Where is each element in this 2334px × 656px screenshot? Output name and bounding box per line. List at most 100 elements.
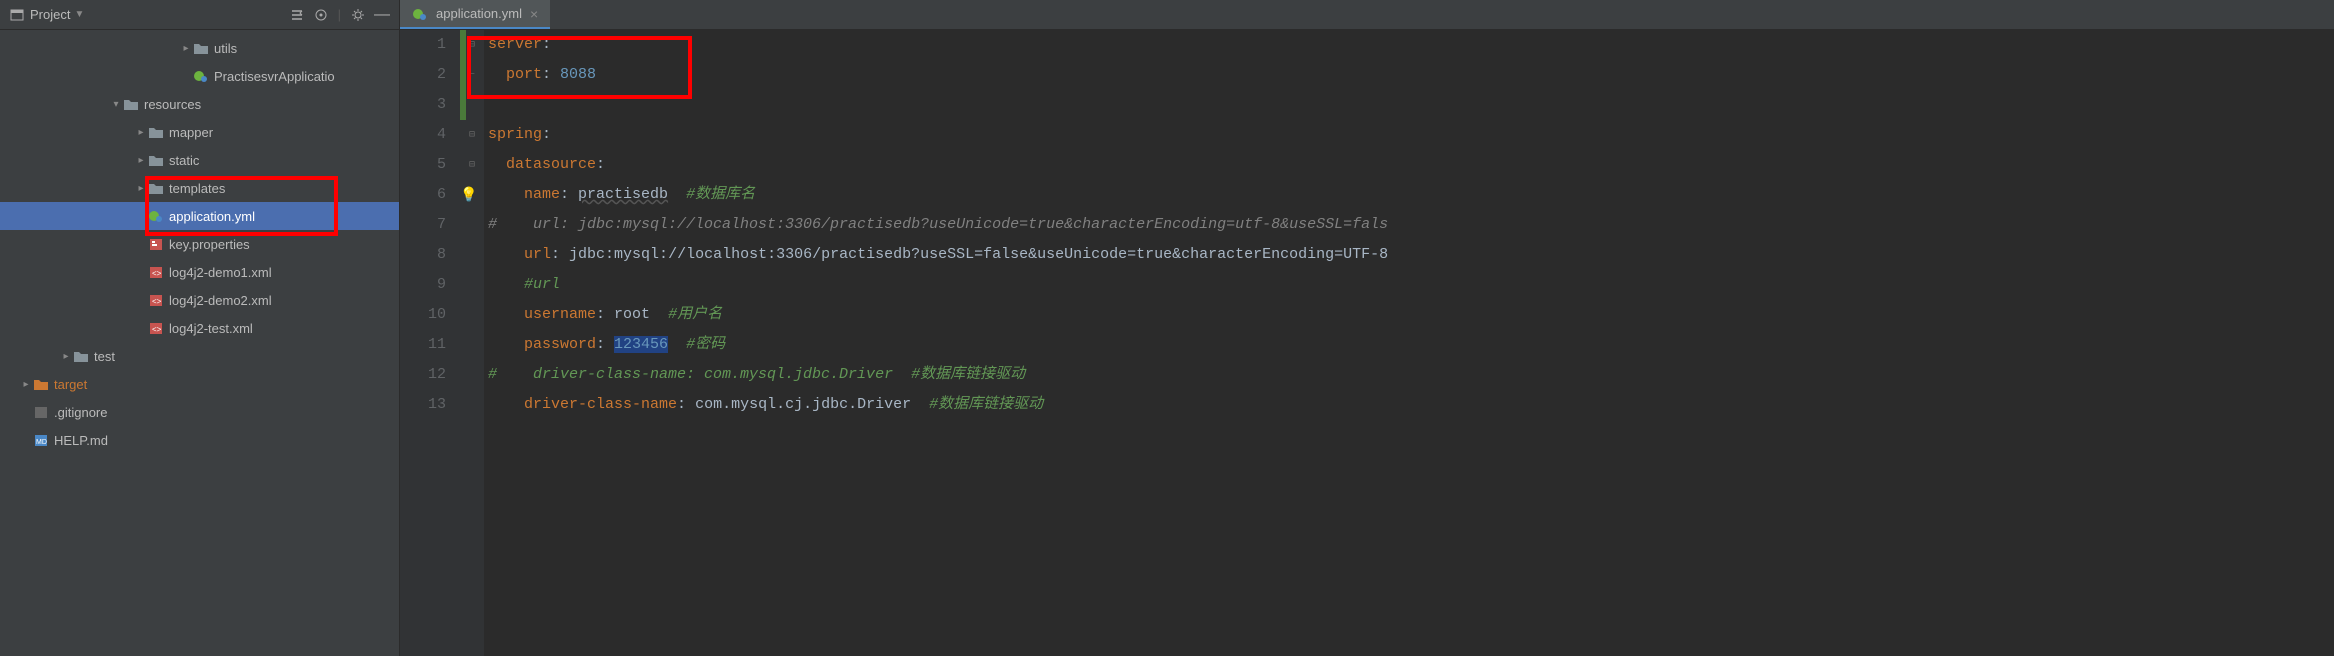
- line-number: 5: [400, 150, 446, 180]
- line-number: 6: [400, 180, 446, 210]
- tree-item-mapper[interactable]: ▸ mapper: [0, 118, 399, 146]
- tree-label: application.yml: [169, 209, 255, 224]
- code-line: # url: jdbc:mysql://localhost:3306/pract…: [488, 210, 2334, 240]
- xml-file-icon: <>: [147, 292, 165, 308]
- editor-area: application.yml × 1 2 3 4 5 6 7 8 9 10 1…: [400, 0, 2334, 656]
- code-line: datasource:: [488, 150, 2334, 180]
- spring-class-icon: [192, 68, 210, 84]
- tree-item-target[interactable]: ▸ target: [0, 370, 399, 398]
- code-line: url: jdbc:mysql://localhost:3306/practis…: [488, 240, 2334, 270]
- tree-item-static[interactable]: ▸ static: [0, 146, 399, 174]
- folder-icon: [122, 96, 140, 112]
- project-icon: [10, 8, 24, 22]
- tree-item-application-yml[interactable]: application.yml: [0, 202, 399, 230]
- tree-item-gitignore[interactable]: .gitignore: [0, 398, 399, 426]
- tab-application-yml[interactable]: application.yml ×: [400, 0, 550, 29]
- tree-label: .gitignore: [54, 405, 107, 420]
- line-gutter: 1 2 3 4 5 6 7 8 9 10 11 12 13: [400, 30, 460, 656]
- properties-file-icon: [147, 236, 165, 252]
- tree-label: HELP.md: [54, 433, 108, 448]
- collapse-icon[interactable]: [290, 8, 304, 22]
- tree-item-templates[interactable]: ▸ templates: [0, 174, 399, 202]
- tree-item-log4j2-demo1[interactable]: <> log4j2-demo1.xml: [0, 258, 399, 286]
- tree-item-key-properties[interactable]: key.properties: [0, 230, 399, 258]
- line-number: 13: [400, 390, 446, 420]
- bulb-icon[interactable]: 💡: [460, 187, 477, 204]
- tree-item-log4j2-demo2[interactable]: <> log4j2-demo2.xml: [0, 286, 399, 314]
- tree-label: log4j2-demo1.xml: [169, 265, 272, 280]
- svg-text:<>: <>: [152, 325, 162, 334]
- line-number: 10: [400, 300, 446, 330]
- sidebar-header: Project ▼ | —: [0, 0, 399, 30]
- close-icon[interactable]: ×: [530, 6, 538, 22]
- fold-minus-icon[interactable]: ⊟: [460, 150, 484, 180]
- tree-label: PractisesvrApplicatio: [214, 69, 335, 84]
- separator: |: [338, 7, 341, 22]
- git-file-icon: [32, 404, 50, 420]
- sidebar-title: Project: [30, 7, 70, 22]
- svg-text:MD: MD: [36, 439, 47, 446]
- code-line: port: 8088: [488, 60, 2334, 90]
- svg-text:<>: <>: [152, 297, 162, 306]
- tree-item-log4j2-test[interactable]: <> log4j2-test.xml: [0, 314, 399, 342]
- tree-item-help-md[interactable]: MD HELP.md: [0, 426, 399, 454]
- xml-file-icon: <>: [147, 264, 165, 280]
- xml-file-icon: <>: [147, 320, 165, 336]
- chevron-right-icon: ▸: [135, 127, 147, 138]
- line-number: 3: [400, 90, 446, 120]
- folder-icon: [72, 348, 90, 364]
- code-editor[interactable]: 1 2 3 4 5 6 7 8 9 10 11 12 13 ⊟ ⌐ ⊟ ⊟: [400, 30, 2334, 656]
- tree-label: static: [169, 153, 199, 168]
- code-line: [488, 90, 2334, 120]
- code-line: spring:: [488, 120, 2334, 150]
- chevron-down-icon: ▼: [74, 9, 84, 20]
- line-number: 9: [400, 270, 446, 300]
- chevron-right-icon: ▸: [180, 43, 192, 54]
- line-number: 12: [400, 360, 446, 390]
- folder-icon: [192, 40, 210, 56]
- tree-label: log4j2-demo2.xml: [169, 293, 272, 308]
- code-line: username: root #用户名: [488, 300, 2334, 330]
- code-content[interactable]: server: port: 8088 spring: datasource: n…: [484, 30, 2334, 656]
- code-line: server:: [488, 30, 2334, 60]
- line-number: 2: [400, 60, 446, 90]
- folder-icon: [147, 180, 165, 196]
- tree-item-test[interactable]: ▸ test: [0, 342, 399, 370]
- change-marker: [460, 30, 466, 120]
- minimize-icon[interactable]: —: [375, 8, 389, 22]
- project-tree: ▸ utils PractisesvrApplicatio ▾ resource…: [0, 30, 399, 656]
- tree-label: target: [54, 377, 87, 392]
- tab-bar: application.yml ×: [400, 0, 2334, 30]
- expand-icon[interactable]: [314, 8, 328, 22]
- line-number: 1: [400, 30, 446, 60]
- gear-icon[interactable]: [351, 8, 365, 22]
- md-file-icon: MD: [32, 432, 50, 448]
- tree-item-app-class[interactable]: PractisesvrApplicatio: [0, 62, 399, 90]
- tree-label: key.properties: [169, 237, 250, 252]
- code-line: # driver-class-name: com.mysql.jdbc.Driv…: [488, 360, 2334, 390]
- chevron-right-icon: ▸: [135, 155, 147, 166]
- project-dropdown[interactable]: Project ▼: [30, 7, 84, 22]
- tree-item-resources[interactable]: ▾ resources: [0, 90, 399, 118]
- tab-label: application.yml: [436, 6, 522, 21]
- tree-label: utils: [214, 41, 237, 56]
- svg-text:<>: <>: [152, 269, 162, 278]
- chevron-right-icon: ▸: [20, 379, 32, 390]
- fold-column: ⊟ ⌐ ⊟ ⊟ 💡: [460, 30, 484, 656]
- project-sidebar: Project ▼ | — ▸: [0, 0, 400, 656]
- code-line: #url: [488, 270, 2334, 300]
- chevron-right-icon: ▸: [135, 183, 147, 194]
- yaml-file-icon: [412, 7, 428, 21]
- code-line: driver-class-name: com.mysql.cj.jdbc.Dri…: [488, 390, 2334, 420]
- code-line: password: 123456 #密码: [488, 330, 2334, 360]
- fold-minus-icon[interactable]: ⊟: [460, 120, 484, 150]
- yaml-file-icon: [147, 208, 165, 224]
- tree-item-utils[interactable]: ▸ utils: [0, 34, 399, 62]
- folder-icon: [147, 152, 165, 168]
- chevron-down-icon: ▾: [110, 99, 122, 110]
- folder-icon: [32, 376, 50, 392]
- tree-label: mapper: [169, 125, 213, 140]
- line-number: 8: [400, 240, 446, 270]
- line-number: 7: [400, 210, 446, 240]
- code-line: name: practisedb #数据库名: [488, 180, 2334, 210]
